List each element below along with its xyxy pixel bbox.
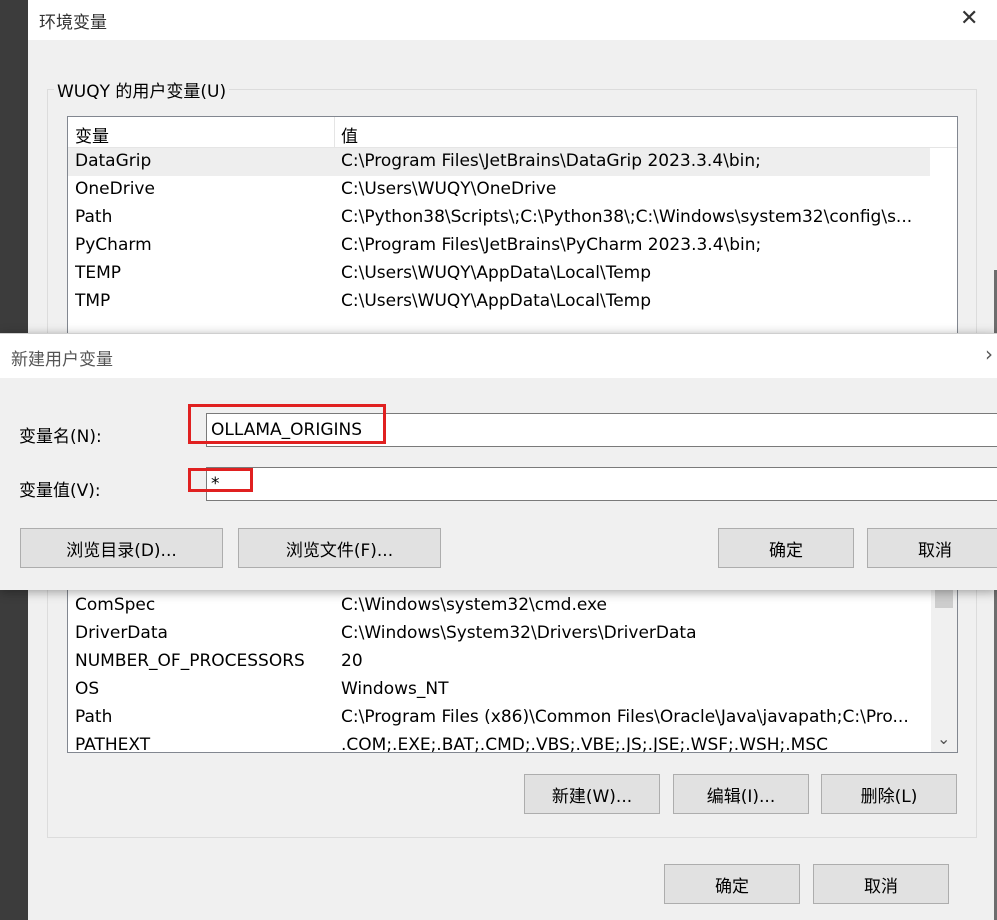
column-header-variable[interactable]: 变量 [75,122,109,147]
var-value-cell: C:\Program Files\JetBrains\DataGrip 2023… [341,151,761,171]
new-dialog-title: 新建用户变量 [11,350,113,370]
user-vars-list[interactable]: 变量 值 DataGrip C:\Program Files\JetBrains… [67,116,958,340]
table-row[interactable]: Path C:\Program Files (x86)\Common Files… [68,704,930,732]
table-row[interactable]: TEMP C:\Users\WUQY\AppData\Local\Temp [68,260,930,288]
var-value-cell: C:\Windows\system32\cmd.exe [341,595,608,615]
ok-button[interactable]: 确定 [664,864,800,904]
var-name-cell: DataGrip [75,151,152,171]
var-name-cell: TEMP [75,263,122,283]
table-row[interactable]: ComSpec C:\Windows\system32\cmd.exe [68,592,930,620]
table-row[interactable]: DataGrip C:\Program Files\JetBrains\Data… [68,148,930,176]
table-row[interactable]: OneDrive C:\Users\WUQY\OneDrive [68,176,930,204]
new-dialog-titlebar: 新建用户变量 › [0,333,997,378]
close-icon[interactable]: ✕ [960,6,978,32]
table-row[interactable]: OS Windows_NT [68,676,930,704]
variable-name-label: 变量名(N): [19,427,102,447]
var-value-cell: C:\Program Files\JetBrains\PyCharm 2023.… [341,235,762,255]
var-name-cell: Path [75,707,113,727]
new-variable-button[interactable]: 新建(W)... [524,774,660,814]
table-row[interactable]: PATHEXT .COM;.EXE;.BAT;.CMD;.VBS;.VBE;.J… [68,732,930,753]
var-value-cell: C:\Users\WUQY\AppData\Local\Temp [341,263,652,283]
var-value-cell: C:\Program Files (x86)\Common Files\Orac… [341,707,909,727]
new-user-variable-dialog: 新建用户变量 › 变量名(N): 变量值(V): 浏览目录(D)... 浏览文件… [0,333,997,590]
table-row[interactable]: Path C:\Python38\Scripts\;C:\Python38\;C… [68,204,930,232]
var-name-cell: ComSpec [75,595,156,615]
var-name-cell: Path [75,207,113,227]
var-value-cell: Windows_NT [341,679,449,699]
env-titlebar: 环境变量 ✕ [28,0,997,40]
edit-variable-button[interactable]: 编辑(I)... [673,774,809,814]
var-name-cell: PyCharm [75,235,152,255]
variable-value-input[interactable] [206,467,997,501]
var-value-cell: 20 [341,651,363,671]
var-name-cell: TMP [75,291,111,311]
ok-button[interactable]: 确定 [718,528,854,568]
var-name-cell: OneDrive [75,179,155,199]
close-icon[interactable]: › [985,342,993,366]
var-value-cell: C:\Users\WUQY\OneDrive [341,179,557,199]
cancel-button[interactable]: 取消 [867,528,997,568]
system-vars-list[interactable]: ComSpec C:\Windows\system32\cmd.exe Driv… [67,585,958,753]
cancel-button[interactable]: 取消 [813,864,949,904]
var-value-cell: C:\Python38\Scripts\;C:\Python38\;C:\Win… [341,207,913,227]
var-name-cell: DriverData [75,623,168,643]
delete-variable-button[interactable]: 删除(L) [821,774,957,814]
annotation-highlight-box [188,468,253,492]
column-divider[interactable] [334,117,335,147]
chevron-down-icon[interactable]: ⌄ [937,729,950,748]
table-row[interactable]: NUMBER_OF_PROCESSORS 20 [68,648,930,676]
env-dialog-title: 环境变量 [39,13,107,33]
vertical-scrollbar[interactable]: ⌄ [931,586,957,752]
annotation-highlight-box [188,404,386,444]
table-row[interactable]: TMP C:\Users\WUQY\AppData\Local\Temp [68,288,930,316]
table-row[interactable]: DriverData C:\Windows\System32\Drivers\D… [68,620,930,648]
var-value-cell: C:\Users\WUQY\AppData\Local\Temp [341,291,652,311]
var-value-cell: C:\Windows\System32\Drivers\DriverData [341,623,697,643]
browse-directory-button[interactable]: 浏览目录(D)... [20,528,223,568]
browse-file-button[interactable]: 浏览文件(F)... [238,528,441,568]
list-header: 变量 值 [68,117,957,148]
table-row[interactable]: PyCharm C:\Program Files\JetBrains\PyCha… [68,232,930,260]
var-name-cell: NUMBER_OF_PROCESSORS [75,651,305,671]
var-value-cell: .COM;.EXE;.BAT;.CMD;.VBS;.VBE;.JS;.JSE;.… [341,735,829,753]
column-header-value[interactable]: 值 [341,122,358,147]
user-vars-group-label: WUQY 的用户变量(U) [54,77,230,102]
variable-value-label: 变量值(V): [19,481,101,501]
var-name-cell: OS [75,679,100,699]
var-name-cell: PATHEXT [75,735,151,753]
